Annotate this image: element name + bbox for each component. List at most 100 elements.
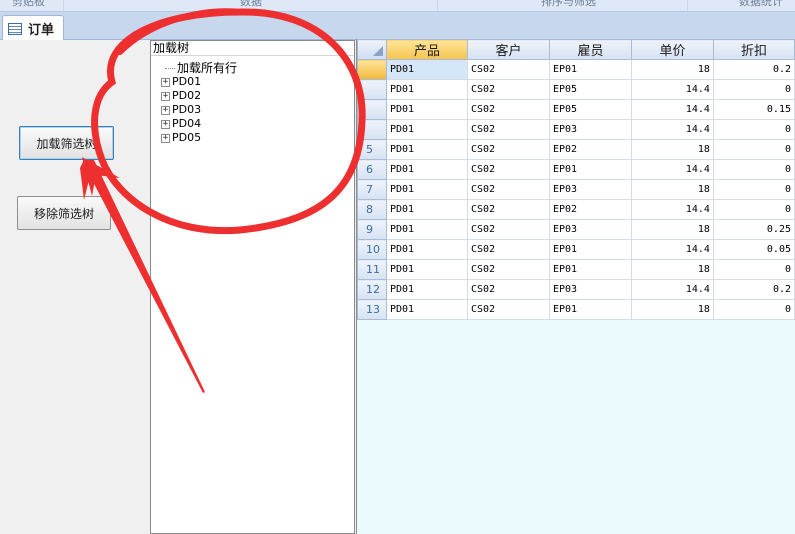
expand-icon[interactable]: + — [161, 133, 170, 143]
cell-customer[interactable]: CS02 — [466, 79, 550, 100]
cell-discount[interactable]: 0.2 — [712, 279, 795, 300]
cell-price[interactable]: 18 — [630, 179, 714, 200]
cell-product[interactable]: PD01 — [385, 279, 468, 300]
table-row[interactable]: 11 PD01 CS02 EP01 18 0 — [357, 259, 795, 280]
table-row[interactable]: 8 PD01 CS02 EP02 14.4 0 — [357, 199, 795, 220]
cell-employee[interactable]: EP01 — [548, 159, 632, 180]
row-selector[interactable]: 5 — [357, 139, 387, 160]
expand-icon[interactable]: + — [161, 119, 170, 129]
cell-employee[interactable]: EP03 — [548, 119, 632, 140]
row-selector[interactable] — [357, 99, 387, 120]
cell-price[interactable]: 14.4 — [630, 99, 714, 120]
cell-price[interactable]: 14.4 — [630, 279, 714, 300]
table-row[interactable]: PD01 CS02 EP01 18 0.2 — [357, 59, 795, 80]
cell-price[interactable]: 18 — [630, 259, 714, 280]
cell-discount[interactable]: 0 — [712, 299, 795, 320]
cell-product[interactable]: PD01 — [385, 259, 468, 280]
table-row[interactable]: PD01 CS02 EP03 14.4 0 — [357, 119, 795, 140]
cell-discount[interactable]: 0 — [712, 159, 795, 180]
cell-product[interactable]: PD01 — [385, 159, 468, 180]
table-row[interactable]: PD01 CS02 EP05 14.4 0 — [357, 79, 795, 100]
row-selector[interactable] — [357, 59, 387, 80]
table-row[interactable]: 13 PD01 CS02 EP01 18 0 — [357, 299, 795, 320]
cell-price[interactable]: 18 — [630, 219, 714, 240]
cell-employee[interactable]: EP05 — [548, 79, 632, 100]
row-selector[interactable] — [357, 119, 387, 140]
remove-filter-tree-button[interactable]: 移除筛选树 — [17, 196, 111, 230]
cell-discount[interactable]: 0.25 — [712, 219, 795, 240]
cell-price[interactable]: 14.4 — [630, 119, 714, 140]
cell-discount[interactable]: 0 — [712, 259, 795, 280]
cell-discount[interactable]: 0 — [712, 199, 795, 220]
cell-customer[interactable]: CS02 — [466, 139, 550, 160]
cell-discount[interactable]: 0 — [712, 179, 795, 200]
cell-price[interactable]: 18 — [630, 59, 714, 80]
cell-product[interactable]: PD01 — [385, 59, 468, 80]
table-row[interactable]: 7 PD01 CS02 EP03 18 0 — [357, 179, 795, 200]
cell-employee[interactable]: EP01 — [548, 259, 632, 280]
expand-icon[interactable]: + — [161, 77, 170, 87]
load-filter-tree-button[interactable]: 加载筛选树 — [19, 126, 114, 160]
cell-customer[interactable]: CS02 — [466, 219, 550, 240]
tab-orders[interactable]: 订单 — [2, 15, 64, 41]
cell-employee[interactable]: EP02 — [548, 199, 632, 220]
row-selector[interactable]: 8 — [357, 199, 387, 220]
cell-price[interactable]: 14.4 — [630, 239, 714, 260]
cell-customer[interactable]: CS02 — [466, 259, 550, 280]
cell-product[interactable]: PD01 — [385, 299, 468, 320]
cell-employee[interactable]: EP05 — [548, 99, 632, 120]
cell-product[interactable]: PD01 — [385, 79, 468, 100]
cell-customer[interactable]: CS02 — [466, 119, 550, 140]
cell-discount[interactable]: 0.2 — [712, 59, 795, 80]
cell-price[interactable]: 18 — [630, 139, 714, 160]
cell-customer[interactable]: CS02 — [466, 199, 550, 220]
column-header-discount[interactable]: 折扣 — [712, 39, 795, 60]
cell-discount[interactable]: 0 — [712, 119, 795, 140]
cell-product[interactable]: PD01 — [385, 119, 468, 140]
row-selector[interactable]: 13 — [357, 299, 387, 320]
cell-customer[interactable]: CS02 — [466, 159, 550, 180]
cell-employee[interactable]: EP03 — [548, 179, 632, 200]
column-header-product[interactable]: 产品 — [385, 39, 468, 60]
cell-product[interactable]: PD01 — [385, 219, 468, 240]
cell-customer[interactable]: CS02 — [466, 279, 550, 300]
column-header-customer[interactable]: 客户 — [466, 39, 550, 60]
cell-product[interactable]: PD01 — [385, 239, 468, 260]
column-header-employee[interactable]: 雇员 — [548, 39, 632, 60]
tree-node-pd04[interactable]: + PD04 — [161, 117, 354, 131]
cell-customer[interactable]: CS02 — [466, 239, 550, 260]
tree-node-pd05[interactable]: + PD05 — [161, 131, 354, 145]
cell-customer[interactable]: CS02 — [466, 299, 550, 320]
row-selector[interactable]: 7 — [357, 179, 387, 200]
tree-node-all-rows[interactable]: 加载所有行 — [161, 61, 354, 75]
cell-price[interactable]: 14.4 — [630, 79, 714, 100]
cell-employee[interactable]: EP01 — [548, 59, 632, 80]
cell-discount[interactable]: 0.15 — [712, 99, 795, 120]
cell-employee[interactable]: EP01 — [548, 299, 632, 320]
table-row[interactable]: 6 PD01 CS02 EP01 14.4 0 — [357, 159, 795, 180]
row-selector[interactable]: 6 — [357, 159, 387, 180]
table-row[interactable]: 5 PD01 CS02 EP02 18 0 — [357, 139, 795, 160]
row-selector[interactable]: 11 — [357, 259, 387, 280]
cell-product[interactable]: PD01 — [385, 179, 468, 200]
cell-discount[interactable]: 0 — [712, 139, 795, 160]
cell-product[interactable]: PD01 — [385, 199, 468, 220]
expand-icon[interactable]: + — [161, 91, 170, 101]
cell-customer[interactable]: CS02 — [466, 179, 550, 200]
cell-price[interactable]: 14.4 — [630, 199, 714, 220]
tree-node-pd01[interactable]: + PD01 — [161, 75, 354, 89]
cell-product[interactable]: PD01 — [385, 99, 468, 120]
table-row[interactable]: 10 PD01 CS02 EP01 14.4 0.05 — [357, 239, 795, 260]
cell-product[interactable]: PD01 — [385, 139, 468, 160]
row-selector[interactable] — [357, 79, 387, 100]
row-selector[interactable]: 12 — [357, 279, 387, 300]
expand-icon[interactable]: + — [161, 105, 170, 115]
tree-node-pd03[interactable]: + PD03 — [161, 103, 354, 117]
cell-price[interactable]: 14.4 — [630, 159, 714, 180]
cell-employee[interactable]: EP02 — [548, 139, 632, 160]
cell-price[interactable]: 18 — [630, 299, 714, 320]
tree-node-pd02[interactable]: + PD02 — [161, 89, 354, 103]
cell-employee[interactable]: EP03 — [548, 279, 632, 300]
cell-discount[interactable]: 0.05 — [712, 239, 795, 260]
cell-discount[interactable]: 0 — [712, 79, 795, 100]
